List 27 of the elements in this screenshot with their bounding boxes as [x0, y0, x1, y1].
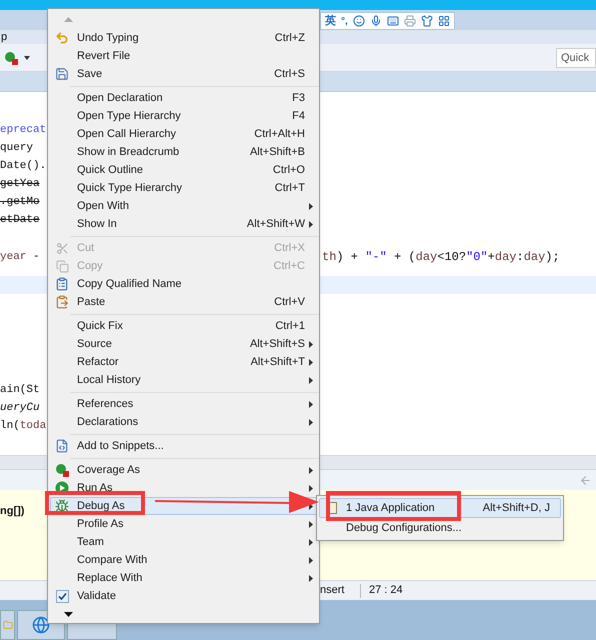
code-text: );	[545, 249, 560, 266]
code-text: -	[32, 250, 40, 265]
code-text: :	[516, 249, 524, 266]
code-text: ln(	[0, 418, 20, 434]
code-text: ueryCu	[0, 400, 40, 416]
code-text: toda	[20, 418, 46, 434]
code-text: +	[488, 249, 495, 266]
code-text: Date().	[0, 158, 46, 174]
code-text: "0"	[466, 249, 488, 266]
code-text: day	[416, 249, 438, 266]
code-text: ) +	[336, 249, 360, 266]
cursor-position: 27 : 24	[369, 583, 403, 598]
code-text: day	[494, 249, 516, 266]
code-text: th	[322, 249, 336, 266]
code-text: + (	[393, 249, 416, 266]
code-text: "-"	[365, 249, 387, 266]
code-text: eprecat	[0, 122, 46, 138]
code-text: day	[524, 249, 546, 266]
code-text: ain(St	[0, 382, 40, 398]
code-text: <10?	[437, 249, 466, 266]
code-text: year	[0, 250, 26, 265]
console-text: ng[])	[0, 505, 24, 517]
code-text: .getMo	[0, 194, 40, 210]
code-text: getYea	[0, 176, 40, 192]
code-text: query	[0, 140, 34, 156]
code-text: etDate	[0, 212, 40, 228]
insert-mode: nsert	[320, 583, 346, 598]
